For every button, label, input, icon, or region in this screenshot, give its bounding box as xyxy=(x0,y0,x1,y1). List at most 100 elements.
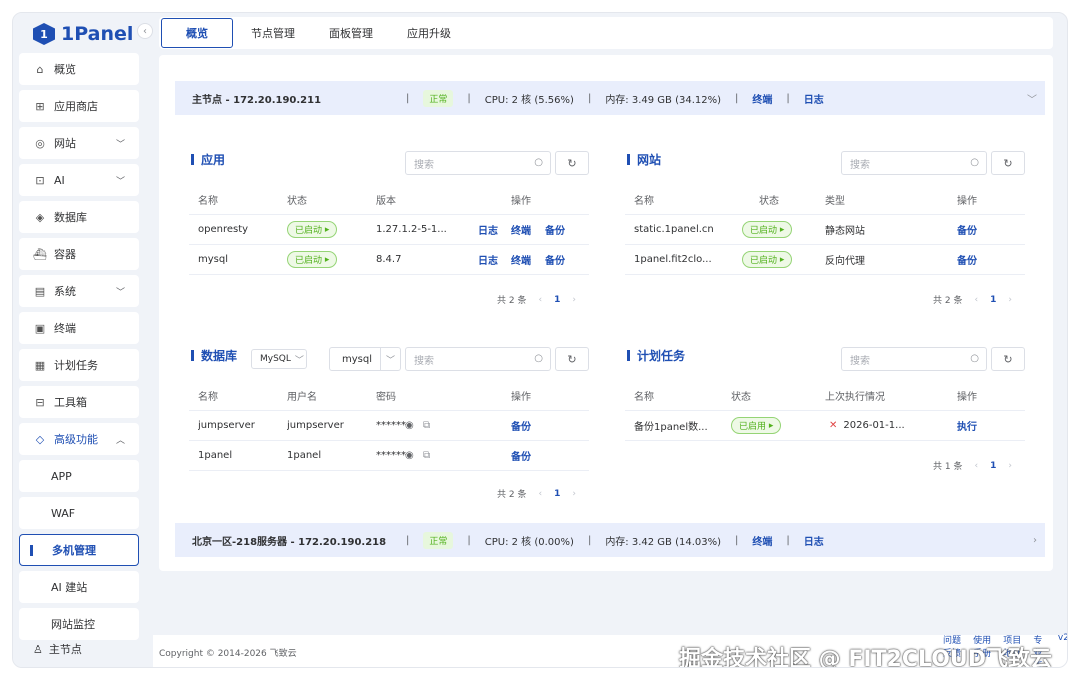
eye-icon[interactable]: ◉ xyxy=(405,420,414,431)
chevron-right-icon[interactable]: › xyxy=(1033,535,1037,546)
tab-node-management[interactable]: 节点管理 xyxy=(235,18,311,48)
separator: | xyxy=(406,534,410,546)
sidebar-subitem-site-monitor[interactable]: 网站监控 xyxy=(19,608,139,640)
log-link[interactable]: 日志 xyxy=(804,91,824,106)
sidebar-item-toolbox[interactable]: ⊟ 工具箱 xyxy=(19,386,139,418)
status-badge: 正常 xyxy=(423,531,454,549)
db-password: ****** xyxy=(376,450,406,461)
status-badge[interactable]: 已启动 ▸ xyxy=(287,251,338,268)
column-header: 名称 xyxy=(198,196,218,207)
separator: | xyxy=(467,534,471,546)
refresh-icon: ↻ xyxy=(1003,156,1013,170)
status-badge[interactable]: 已启用 ▸ xyxy=(731,417,782,434)
terminal-link[interactable]: 终端 xyxy=(511,252,531,267)
terminal-link[interactable]: 终端 xyxy=(752,533,772,548)
next-page-button[interactable]: › xyxy=(1008,461,1012,471)
refresh-button[interactable]: ↻ xyxy=(555,347,589,371)
database-select[interactable]: mysql ﹀ xyxy=(329,347,401,371)
diamond-icon: ◇ xyxy=(35,432,45,446)
refresh-button[interactable]: ↻ xyxy=(991,151,1025,175)
eye-icon[interactable]: ◉ xyxy=(405,450,414,461)
sidebar-item-website[interactable]: ◎ 网站 ﹀ xyxy=(19,127,139,159)
select-value: mysql xyxy=(342,353,372,365)
prev-page-button[interactable]: ‹ xyxy=(538,295,542,305)
status-badge[interactable]: 已启动 ▸ xyxy=(287,221,338,238)
table-row: mysql 已启动 ▸ 8.4.7 日志 终端 备份 xyxy=(189,245,589,275)
backup-link[interactable]: 备份 xyxy=(957,252,977,267)
sidebar-subitem-waf[interactable]: WAF xyxy=(19,497,139,529)
backup-link[interactable]: 备份 xyxy=(511,418,531,433)
sidebar-item-app-store[interactable]: ⊞ 应用商店 xyxy=(19,90,139,122)
sidebar-subitem-multi-node[interactable]: 多机管理 xyxy=(19,534,139,566)
backup-link[interactable]: 备份 xyxy=(545,252,565,267)
database-icon: ◈ xyxy=(35,210,45,224)
sidebar-item-overview[interactable]: ⌂ 概览 xyxy=(19,53,139,85)
sidebar-item-label: 数据库 xyxy=(54,211,87,224)
copy-icon[interactable]: ⧉ xyxy=(423,420,430,431)
page-number[interactable]: 1 xyxy=(554,295,560,305)
refresh-button[interactable]: ↻ xyxy=(555,151,589,175)
prev-page-button[interactable]: ‹ xyxy=(538,489,542,499)
apps-table: 名称 状态 版本 操作 openresty 已启动 ▸ 1.27.1.2-5-1… xyxy=(189,185,589,275)
status-badge[interactable]: 已启动 ▸ xyxy=(742,221,793,238)
prev-page-button[interactable]: ‹ xyxy=(974,295,978,305)
log-link[interactable]: 日志 xyxy=(804,533,824,548)
table-header: 名称 用户名 密码 操作 xyxy=(189,381,589,411)
node-name: 主节点 - 172.20.190.211 xyxy=(192,94,322,106)
apps-search-input[interactable]: 搜索 ○ xyxy=(405,151,551,175)
database-search-input[interactable]: 搜索 ○ xyxy=(405,347,551,371)
current-node-switcher[interactable]: ♙ 主节点 xyxy=(33,641,82,657)
total-count: 共 2 条 xyxy=(497,296,527,306)
websites-search-input[interactable]: 搜索 ○ xyxy=(841,151,987,175)
site-name[interactable]: 1panel.fit2clo... xyxy=(634,254,734,265)
page-number[interactable]: 1 xyxy=(990,461,996,471)
copy-icon[interactable]: ⧉ xyxy=(423,450,430,461)
active-indicator xyxy=(30,545,33,556)
next-page-button[interactable]: › xyxy=(572,489,576,499)
tab-overview[interactable]: 概览 xyxy=(161,18,233,48)
sidebar-subitem-app[interactable]: APP xyxy=(19,460,139,492)
next-page-button[interactable]: › xyxy=(1008,295,1012,305)
sidebar-item-ai[interactable]: ⊡ AI ﹀ xyxy=(19,164,139,196)
logo: 1 1Panel xyxy=(33,19,133,49)
log-link[interactable]: 日志 xyxy=(478,222,498,237)
log-link[interactable]: 日志 xyxy=(478,252,498,267)
status-badge[interactable]: 已启动 ▸ xyxy=(742,251,793,268)
cron-search-input[interactable]: 搜索 ○ xyxy=(841,347,987,371)
terminal-link[interactable]: 终端 xyxy=(511,222,531,237)
prev-page-button[interactable]: ‹ xyxy=(974,461,978,471)
sidebar-item-system[interactable]: ▤ 系统 ﹀ xyxy=(19,275,139,307)
chevron-down-icon[interactable]: ﹀ xyxy=(1027,91,1037,106)
collapse-sidebar-button[interactable]: ‹ xyxy=(137,23,153,39)
page-number[interactable]: 1 xyxy=(990,295,996,305)
sidebar: 1 1Panel ‹ ⌂ 概览 ⊞ 应用商店 ◎ 网站 ﹀ ⊡ AI ﹀ ◈ 数据库 ⛴ 容器 ▤… xyxy=(13,13,153,667)
sidebar-item-container[interactable]: ⛴ 容器 xyxy=(19,238,139,270)
pagination: 共 2 条 ‹ 1 › xyxy=(933,293,1012,307)
search-icon: ○ xyxy=(970,353,979,364)
sidebar-item-terminal[interactable]: ▣ 终端 xyxy=(19,312,139,344)
backup-link[interactable]: 备份 xyxy=(545,222,565,237)
status-label: 已启动 xyxy=(750,256,778,266)
sidebar-item-database[interactable]: ◈ 数据库 xyxy=(19,201,139,233)
site-name[interactable]: static.1panel.cn xyxy=(634,224,714,235)
sidebar-item-cron[interactable]: ▦ 计划任务 xyxy=(19,349,139,381)
table-row: openresty 已启动 ▸ 1.27.1.2-5-1... 日志 终端 备份 xyxy=(189,215,589,245)
run-link[interactable]: 执行 xyxy=(957,418,977,433)
terminal-icon: ▣ xyxy=(34,321,46,335)
page-number[interactable]: 1 xyxy=(554,489,560,499)
sidebar-subitem-ai-site[interactable]: AI 建站 xyxy=(19,571,139,603)
table-header: 名称 状态 类型 操作 xyxy=(625,185,1025,215)
tab-panel-management[interactable]: 面板管理 xyxy=(313,18,389,48)
column-header: 操作 xyxy=(957,196,977,207)
refresh-button[interactable]: ↻ xyxy=(991,347,1025,371)
next-page-button[interactable]: › xyxy=(572,295,576,305)
backup-link[interactable]: 备份 xyxy=(957,222,977,237)
node-summary-bar[interactable]: 北京一区-218服务器 - 172.20.190.218 | 正常 | CPU:… xyxy=(175,523,1045,557)
database-type-select[interactable]: MySQL ﹀ xyxy=(251,349,307,369)
tab-app-upgrade[interactable]: 应用升级 xyxy=(391,18,467,48)
backup-link[interactable]: 备份 xyxy=(511,448,531,463)
terminal-link[interactable]: 终端 xyxy=(752,91,772,106)
node-summary-bar[interactable]: 主节点 - 172.20.190.211 | 正常 | CPU: 2 核 (5.… xyxy=(175,81,1045,115)
websites-table: 名称 状态 类型 操作 static.1panel.cn 已启动 ▸ 静态网站 … xyxy=(625,185,1025,275)
sidebar-item-advanced[interactable]: ◇ 高级功能 ︿ xyxy=(19,423,139,455)
